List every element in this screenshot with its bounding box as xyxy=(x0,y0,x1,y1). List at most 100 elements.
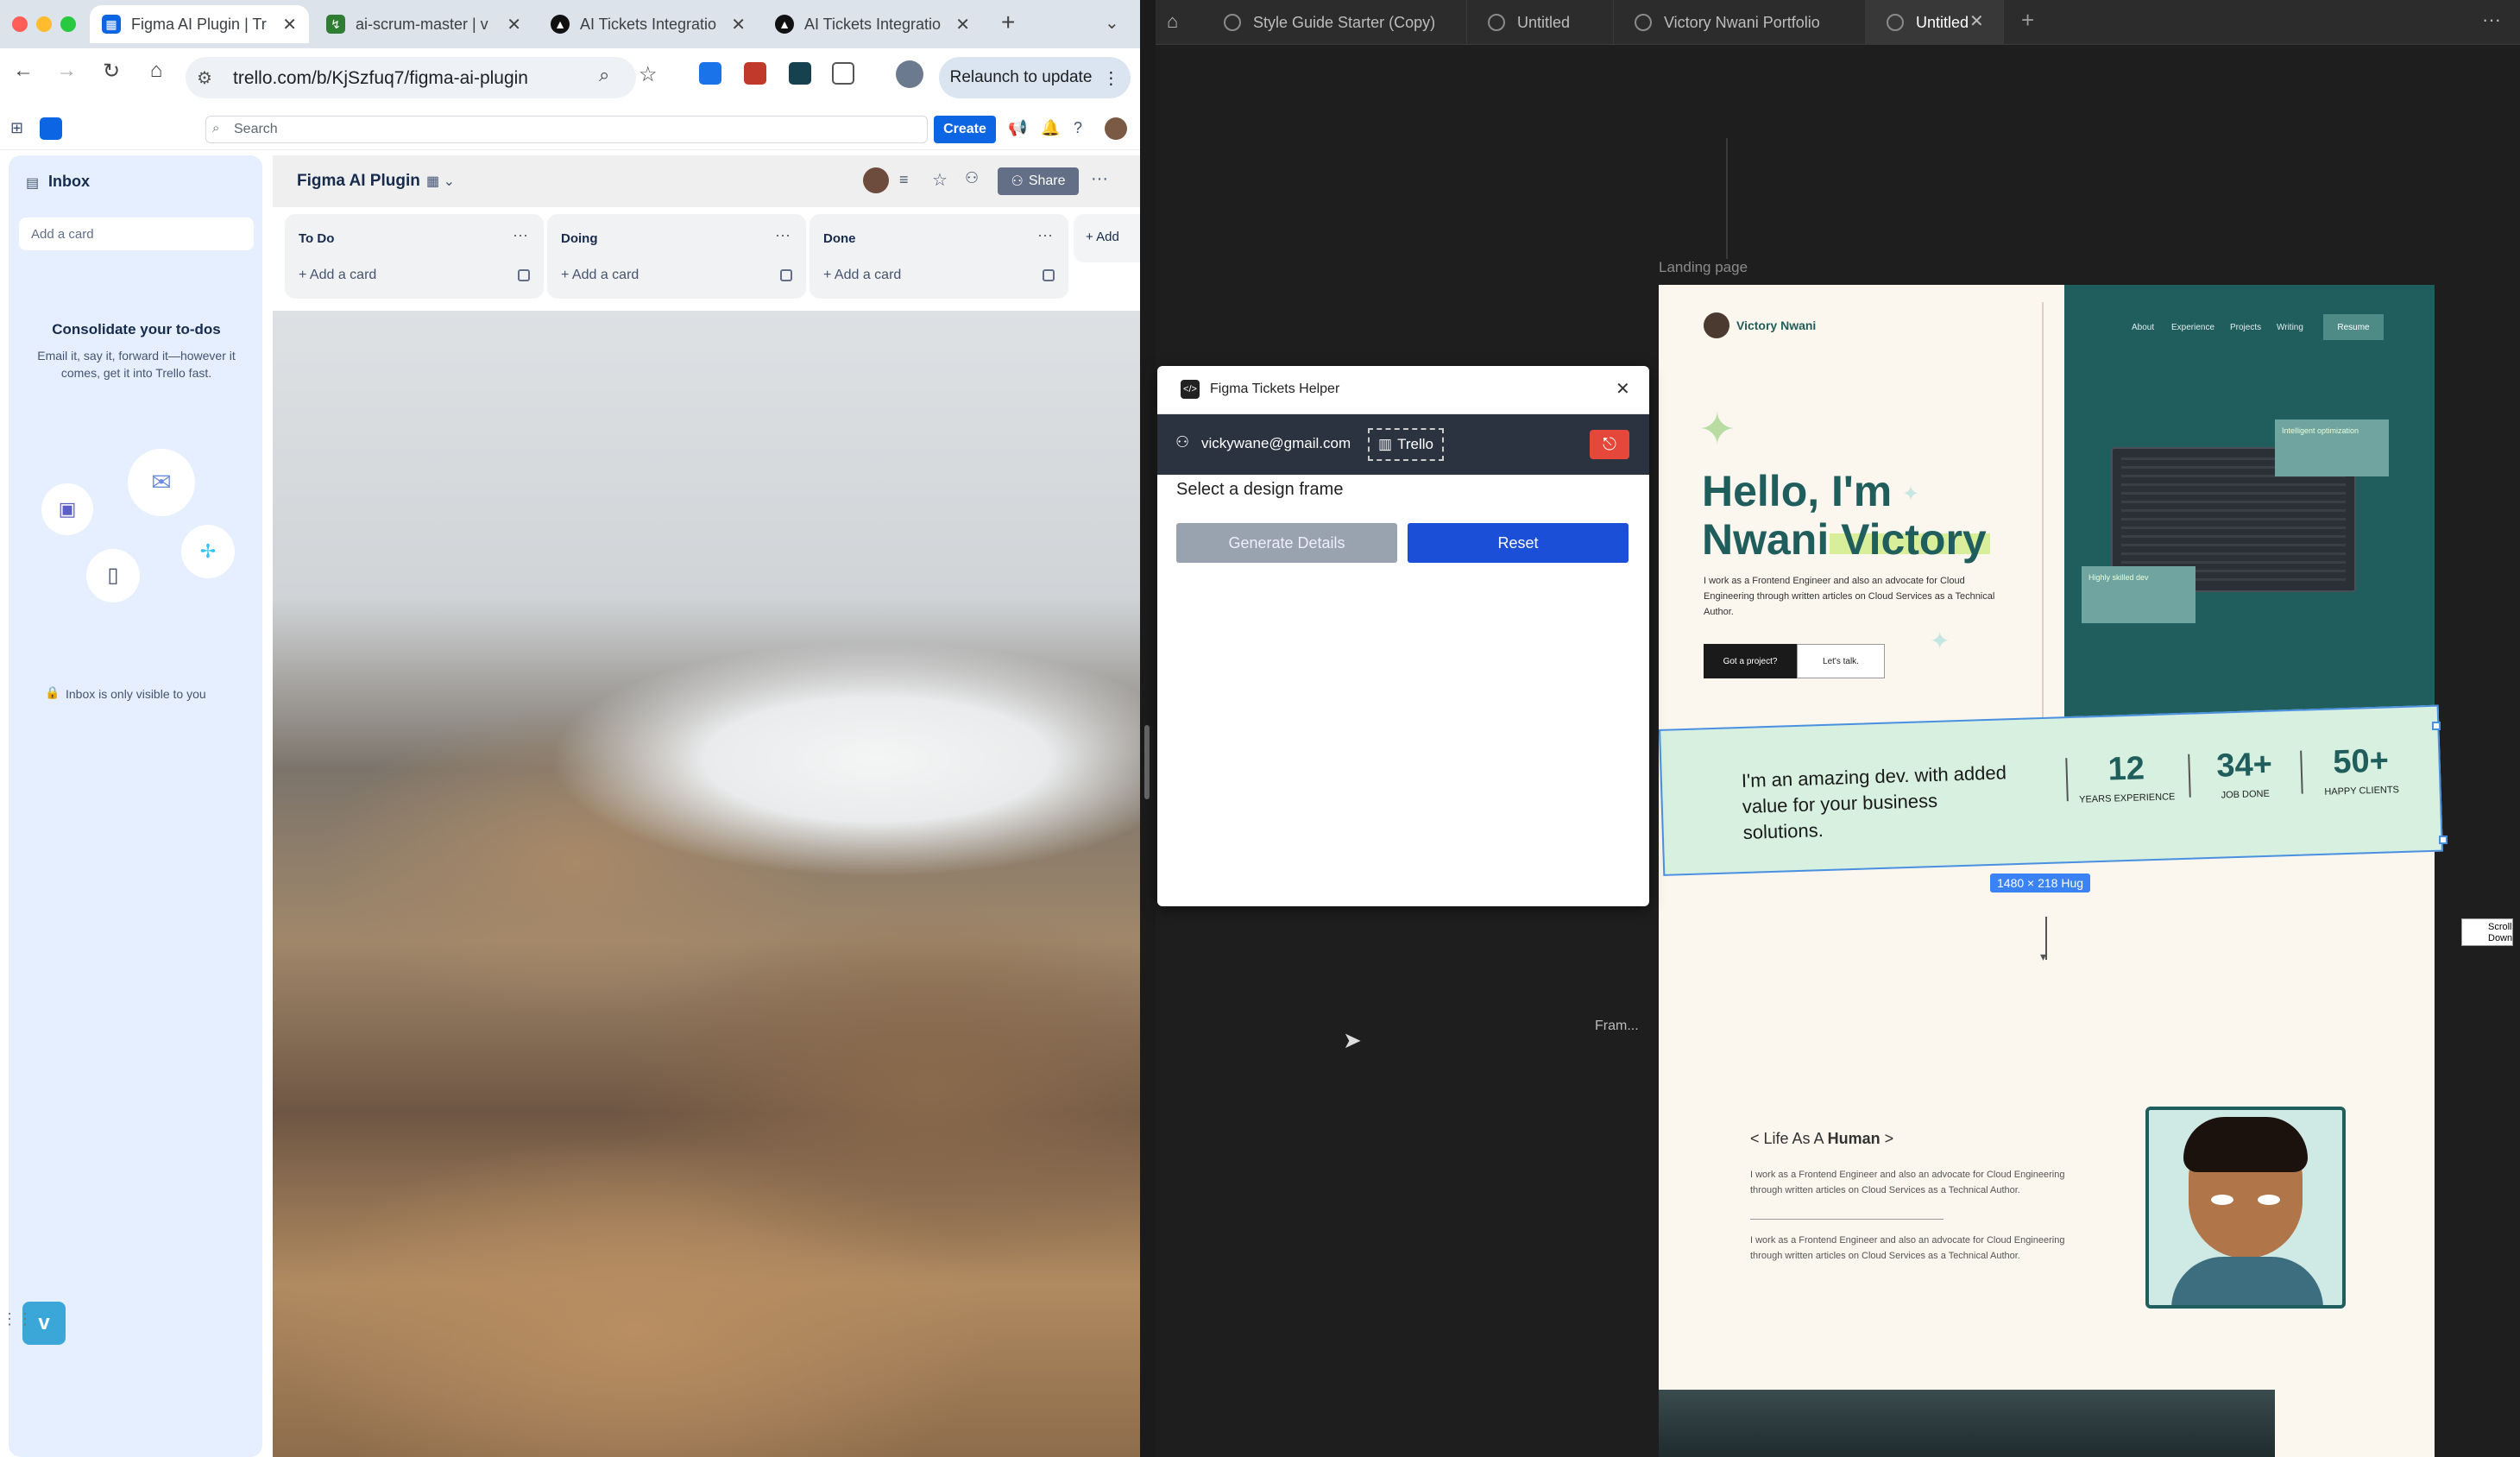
slack-icon: ✢ xyxy=(181,525,235,578)
star-board-icon[interactable]: ☆ xyxy=(932,169,948,191)
close-tab-icon[interactable]: ✕ xyxy=(955,14,970,35)
extension-grid-icon[interactable] xyxy=(789,62,811,85)
user-avatar[interactable] xyxy=(1105,117,1127,140)
site-settings-icon[interactable]: ⚙ xyxy=(197,67,212,89)
reload-icon[interactable]: ↻ xyxy=(97,59,126,84)
zoom-magnifier-icon[interactable]: ⌕ xyxy=(599,64,609,86)
extension-sync-icon[interactable] xyxy=(699,62,721,85)
trello-board-icon: ▥ xyxy=(1378,436,1393,452)
stat-years: 12 YEARS EXPERIENCE xyxy=(2074,749,2179,805)
selection-handle[interactable] xyxy=(2432,722,2441,730)
add-list-button[interactable]: + Add xyxy=(1074,214,1140,262)
figma-tab-style-guide[interactable]: Style Guide Starter (Copy) xyxy=(1203,0,1467,45)
selection-handle[interactable] xyxy=(2439,836,2448,844)
profile-avatar[interactable] xyxy=(896,60,923,88)
life-heading-bold: Human xyxy=(1827,1130,1881,1147)
add-card-button[interactable]: + Add a card xyxy=(299,268,376,283)
back-arrow-icon[interactable]: ← xyxy=(9,59,38,83)
close-tab-icon[interactable]: ✕ xyxy=(282,14,297,35)
list-menu-icon[interactable]: ··· xyxy=(775,226,791,244)
more-options-icon[interactable]: ··· xyxy=(2482,9,2501,31)
side-frame-label[interactable]: Fram... xyxy=(1595,1019,1639,1034)
list-menu-icon[interactable]: ··· xyxy=(513,226,528,244)
stat-value: 34+ xyxy=(2215,746,2273,785)
home-icon[interactable]: ⌂ xyxy=(142,59,171,83)
stat-separator xyxy=(2300,750,2303,794)
help-icon[interactable]: ? xyxy=(1074,119,1082,137)
reset-button[interactable]: Reset xyxy=(1408,523,1629,563)
create-button[interactable]: Create xyxy=(934,116,996,143)
zoom-window-button[interactable] xyxy=(60,16,76,32)
tab-label: Victory Nwani Portfolio xyxy=(1664,13,1820,31)
nav-about[interactable]: About xyxy=(2132,323,2154,332)
minimize-window-button[interactable] xyxy=(36,16,52,32)
close-icon[interactable]: ✕ xyxy=(1616,378,1630,400)
app-switcher-icon[interactable]: ⊞ xyxy=(10,119,23,137)
filter-icon[interactable]: ≡ xyxy=(899,171,909,189)
list-done[interactable]: Done ··· + Add a card xyxy=(810,214,1068,299)
nav-writing[interactable]: Writing xyxy=(2277,323,2303,332)
lock-icon: 🔒 xyxy=(45,685,60,699)
relaunch-button[interactable]: Relaunch to update ⋮ xyxy=(939,57,1131,98)
trello-service-chip[interactable]: ▥ Trello xyxy=(1368,428,1444,461)
card-template-icon[interactable] xyxy=(1043,269,1055,281)
board-view-switcher-icon[interactable]: ▦ ⌄ xyxy=(426,173,455,190)
close-tab-icon[interactable]: ✕ xyxy=(1969,10,1984,32)
browser-tab-tickets-2[interactable]: ▲ AI Tickets Integratio ✕ xyxy=(763,5,982,43)
activity-favicon-icon: ↯ xyxy=(326,15,345,34)
resize-handle[interactable] xyxy=(1144,725,1150,799)
inbox-add-card-input[interactable]: Add a card xyxy=(19,218,254,250)
extension-calendar-icon[interactable] xyxy=(744,62,766,85)
bookmark-star-icon[interactable]: ☆ xyxy=(639,62,658,87)
add-card-button[interactable]: + Add a card xyxy=(561,268,639,283)
figma-tab-untitled-1[interactable]: Untitled xyxy=(1467,0,1614,45)
forward-arrow-icon[interactable]: → xyxy=(52,59,81,83)
notifications-bell-icon[interactable]: 🔔 xyxy=(1041,119,1060,137)
home-icon[interactable]: ⌂ xyxy=(1167,10,1178,33)
url-text[interactable]: trello.com/b/KjSzfuq7/figma-ai-plugin xyxy=(233,68,528,89)
list-menu-icon[interactable]: ··· xyxy=(1037,226,1053,244)
browser-tab-trello[interactable]: ▦ Figma AI Plugin | Tr ✕ xyxy=(90,5,309,43)
drag-handle-icon[interactable]: ⋮⋮ xyxy=(2,1310,33,1328)
list-todo[interactable]: To Do ··· + Add a card xyxy=(285,214,544,299)
list-doing[interactable]: Doing ··· + Add a card xyxy=(547,214,806,299)
share-button[interactable]: ⚇ Share xyxy=(998,167,1079,195)
guide-line xyxy=(1726,138,1728,259)
nav-experience[interactable]: Experience xyxy=(2171,323,2214,332)
new-tab-plus-icon[interactable]: + xyxy=(1001,9,1015,36)
megaphone-icon[interactable]: 📢 xyxy=(1008,119,1027,137)
stat-value: 12 xyxy=(2107,750,2145,788)
scroll-down-chip[interactable]: Scroll Down xyxy=(2461,918,2513,946)
generate-details-button[interactable]: Generate Details xyxy=(1176,523,1397,563)
nav-projects[interactable]: Projects xyxy=(2230,323,2261,332)
figma-tab-portfolio[interactable]: Victory Nwani Portfolio xyxy=(1614,0,1866,45)
tab-label: ai-scrum-master | v xyxy=(356,15,488,33)
trello-logo-icon[interactable] xyxy=(40,117,62,140)
card-template-icon[interactable] xyxy=(780,269,792,281)
teams-icon: ▣ xyxy=(41,483,93,535)
tab-list-chevron-icon[interactable]: ⌄ xyxy=(1105,12,1119,34)
lets-talk-button[interactable]: Let's talk. xyxy=(1797,644,1885,678)
extensions-puzzle-icon[interactable] xyxy=(832,62,854,85)
logout-icon[interactable]: ⎋ xyxy=(1590,430,1629,459)
close-tab-icon[interactable]: ✕ xyxy=(731,14,746,35)
close-window-button[interactable] xyxy=(12,16,28,32)
member-avatar[interactable] xyxy=(863,167,889,193)
add-card-button[interactable]: + Add a card xyxy=(823,268,901,283)
life-divider xyxy=(1750,1219,1944,1220)
visibility-icon[interactable]: ⚇ xyxy=(965,169,979,187)
board-name[interactable]: Figma AI Plugin xyxy=(297,172,420,191)
got-project-button[interactable]: Got a project? xyxy=(1704,644,1797,678)
browser-tab-tickets-1[interactable]: ▲ AI Tickets Integratio ✕ xyxy=(539,5,758,43)
nav-resume-button[interactable]: Resume xyxy=(2323,314,2384,340)
board-menu-icon[interactable]: ··· xyxy=(1091,169,1108,189)
close-tab-icon[interactable]: ✕ xyxy=(507,14,521,35)
browser-tab-scrum[interactable]: ↯ ai-scrum-master | v ✕ xyxy=(314,5,533,43)
frame-label[interactable]: Landing page xyxy=(1659,259,1748,276)
search-input[interactable]: Search xyxy=(205,116,928,143)
stats-band[interactable]: I'm an amazing dev. with added value for… xyxy=(1659,704,2443,876)
inbox-icon: ▤ xyxy=(26,176,40,191)
plugin-title: Figma Tickets Helper xyxy=(1210,382,1340,396)
card-template-icon[interactable] xyxy=(518,269,530,281)
new-tab-plus-icon[interactable]: + xyxy=(2021,7,2034,34)
